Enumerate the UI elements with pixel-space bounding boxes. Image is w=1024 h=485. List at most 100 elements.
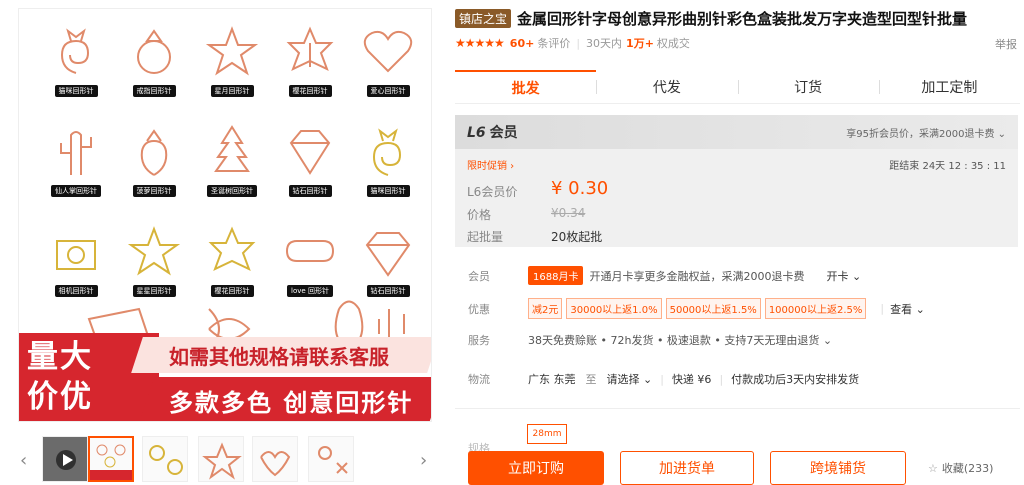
promo-banner: 量大 价优 如需其他规格请联系客服 多款多色 创意回形针 (19, 333, 431, 421)
paperclip-icon (208, 226, 256, 271)
paperclip-icon (140, 129, 168, 176)
main-product-image[interactable]: 猫咪回形针 戒指回形针 星月回形针 樱花回形针 爱心回形针仙人掌回形针 菠萝回形针 圣诞树回… (18, 8, 432, 422)
express-fee: 快递 ¥6 (671, 373, 712, 386)
thumbnail-3[interactable] (142, 436, 188, 482)
tab-wholesale[interactable]: 批发 (455, 70, 597, 103)
buy-now-button[interactable]: 立即订购 (468, 451, 604, 485)
clip-item: 樱花回形针 (271, 19, 349, 119)
promo-label[interactable]: 限时促销 › (467, 157, 514, 172)
paperclip-icon (286, 240, 335, 262)
member-note[interactable]: 享95折会员价，采满2000退卡费 ⌄ (846, 125, 1006, 140)
separator: | (880, 302, 885, 315)
member-row-label: 会员 (468, 269, 490, 283)
clip-item: 戒指回形针 (115, 19, 193, 119)
rating-stars-icon: ★★★★★ (455, 36, 505, 50)
service-text[interactable]: 38天免费赊账 • 72h发货 • 极速退款 • 支持7天无理由退货 ⌄ (528, 332, 832, 348)
thumbnail-video[interactable] (42, 436, 88, 482)
paperclip-icon (365, 232, 411, 277)
clip-item: 猫咪回形针 (349, 119, 427, 219)
ship-to-word: 至 (585, 373, 597, 386)
star-icon: ☆ (928, 461, 938, 475)
sales-period: 30天内 (586, 37, 623, 50)
thumbnail-5[interactable] (252, 436, 298, 482)
original-price: ¥0.34 (551, 206, 586, 220)
ship-note: 付款成功后3天内安排发货 (731, 373, 860, 386)
ship-to-select[interactable]: 请选择 ⌄ (607, 371, 653, 387)
paperclip-icon (372, 128, 402, 176)
separator: | (719, 372, 724, 386)
card-badge: 1688月卡 (528, 266, 584, 285)
divider (455, 408, 1020, 409)
sales-label: 权成交 (656, 37, 690, 50)
open-card-link[interactable]: 开卡 ⌄ (826, 268, 861, 284)
clip-label: 猫咪回形针 (54, 85, 98, 97)
member-price: ¥ 0.30 (551, 178, 609, 199)
purchase-tabs: 批发 代发 订货 加工定制 (455, 70, 1020, 104)
view-discount-link[interactable]: 查看 ⌄ (890, 301, 925, 317)
thumbnail-4[interactable] (198, 436, 244, 482)
coupon-4[interactable]: 100000以上返2.5% (764, 298, 867, 319)
review-count[interactable]: 60+ (510, 37, 535, 50)
paperclip-icon (137, 29, 171, 74)
tab-custom[interactable]: 加工定制 (878, 70, 1020, 103)
clip-label: 圣诞树回形针 (207, 185, 257, 197)
favorite-label: 收藏(233) (941, 462, 994, 475)
card-text: 开通月卡享更多金融权益，采满2000退卡费 (589, 269, 805, 283)
moq-label: 起批量 (467, 230, 504, 244)
banner-top-text: 如需其他规格请联系客服 (169, 345, 389, 369)
clip-item: 爱心回形针 (349, 19, 427, 119)
price-label: 价格 (467, 208, 492, 222)
thumbnail-selected[interactable] (88, 436, 134, 482)
member-price-label: L6会员价 (467, 185, 518, 199)
paperclip-icon (289, 130, 331, 175)
page: 猫咪回形针 戒指回形针 星月回形针 樱花回形针 爱心回形针仙人掌回形针 菠萝回形针 圣诞树回… (0, 0, 1024, 485)
report-link[interactable]: 举报 (995, 36, 1017, 52)
coupon-2[interactable]: 30000以上返1.0% (566, 298, 662, 319)
clip-label: 仙人掌回形针 (51, 185, 101, 197)
shop-badge: 镇店之宝 (455, 8, 512, 28)
clip-item: 猫咪回形针 (37, 19, 115, 119)
service-label: 服务 (468, 334, 490, 347)
crossborder-button[interactable]: 跨境铺货 (770, 451, 906, 485)
thumb-next-arrow-icon[interactable]: › (420, 450, 427, 471)
member-level: L6 会员 (467, 125, 518, 141)
paperclip-icon (363, 30, 413, 73)
paperclip-icon (60, 28, 90, 74)
countdown: 距结束 24天 12 : 35 : 11 (889, 161, 1006, 172)
title-row: 镇店之宝 金属回形针字母创意异形曲别针彩色盒装批发万字夹造型回型针批量 (455, 8, 967, 28)
sales-count: 1万+ (626, 37, 654, 50)
logistics-label: 物流 (468, 373, 490, 386)
member-card-row: 会员 1688月卡 开通月卡享更多金融权益，采满2000退卡费 开卡 ⌄ (455, 266, 861, 285)
discount-label: 优惠 (468, 302, 490, 316)
paperclip-icon (205, 26, 259, 76)
clip-label: 菠萝回形针 (132, 185, 176, 197)
review-label[interactable]: 条评价 (537, 35, 570, 51)
clip-label: 爱心回形针 (366, 85, 410, 97)
discount-row: 优惠 减2元 30000以上返1.0% 50000以上返1.5% 100000以… (455, 298, 925, 319)
clip-grid: 猫咪回形针 戒指回形针 星月回形针 樱花回形针 爱心回形针仙人掌回形针 菠萝回形针 圣诞树回… (37, 19, 427, 319)
clip-label: 樱花回形针 (288, 85, 332, 97)
thumbnail-strip: ‹ › (18, 436, 432, 485)
add-to-cart-button[interactable]: 加进货单 (620, 451, 754, 485)
spec-chip[interactable]: 28mm (527, 424, 567, 444)
coupon-3[interactable]: 50000以上返1.5% (665, 298, 761, 319)
logistics-row: 物流 广东 东莞 至 请选择 ⌄ | 快递 ¥6 | 付款成功后3天内安排发货 (455, 371, 859, 387)
paperclip-icon (60, 131, 92, 175)
clip-label: 钻石回形针 (288, 185, 332, 197)
paperclip-icon (286, 26, 334, 71)
clip-label: 猫咪回形针 (366, 185, 410, 197)
thumb-prev-arrow-icon[interactable]: ‹ (20, 450, 27, 471)
coupon-1[interactable]: 减2元 (528, 298, 563, 319)
clip-label: 戒指回形针 (132, 85, 176, 97)
clip-item: 仙人掌回形针 (37, 119, 115, 219)
banner-left-text: 量大 价优 (27, 339, 93, 415)
tab-order[interactable]: 订货 (737, 70, 879, 103)
clip-item: 圣诞树回形针 (193, 119, 271, 219)
thumbnail-6[interactable] (308, 436, 354, 482)
tab-dropship[interactable]: 代发 (596, 70, 737, 103)
clip-label: 星月回形针 (210, 85, 254, 97)
paperclip-icon (56, 240, 96, 270)
banner-bottom-text: 多款多色 创意回形针 (169, 389, 414, 417)
service-row: 服务 38天免费赊账 • 72h发货 • 极速退款 • 支持7天无理由退货 ⌄ (455, 332, 832, 348)
favorite-button[interactable]: ☆ 收藏(233) (928, 460, 993, 476)
